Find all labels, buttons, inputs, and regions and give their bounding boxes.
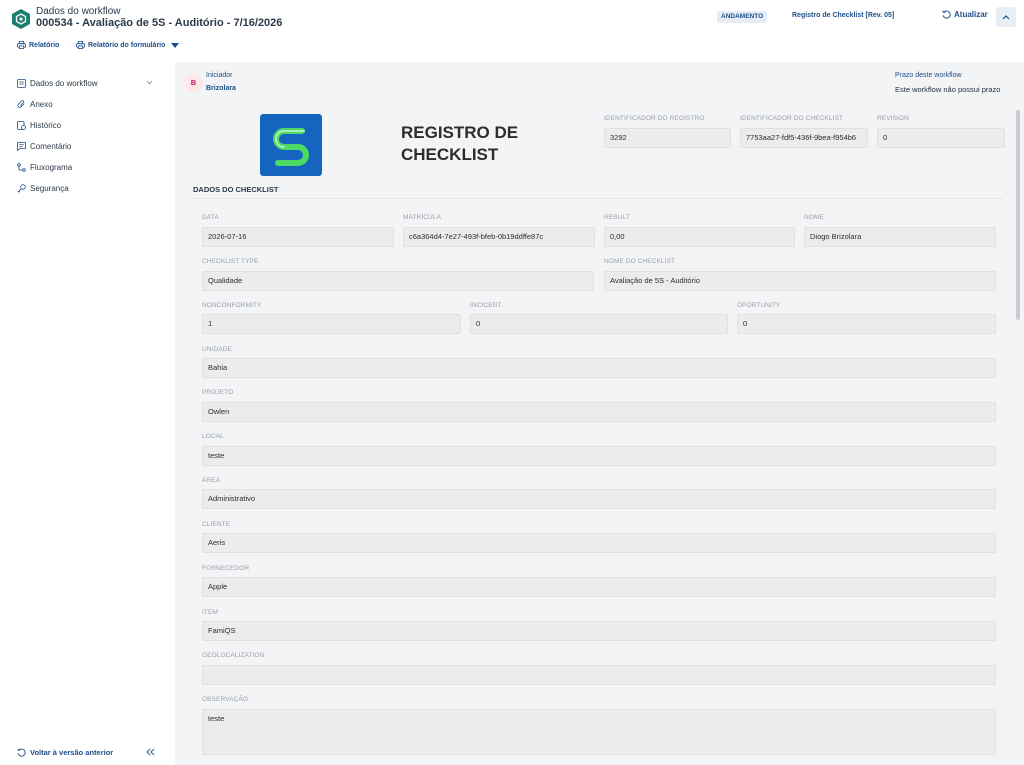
field-label: ITEM xyxy=(202,609,218,616)
opportunity-field: 0 xyxy=(737,314,996,334)
revision-field: 0 xyxy=(877,128,1005,148)
sidebar-item-label: Comentário xyxy=(30,142,72,151)
section-divider xyxy=(193,198,1003,199)
field-label: GEOLOCALIZATION xyxy=(202,652,265,659)
deadline-value: Este workflow não possui prazo xyxy=(895,85,1001,94)
sidebar-item-label: Anexo xyxy=(30,100,53,109)
observation-field: teste xyxy=(202,709,996,755)
form-report-label: Relatório do formulário xyxy=(88,41,166,49)
report-label: Relatório xyxy=(29,41,60,49)
history-icon xyxy=(17,121,26,130)
project-field: Owlen xyxy=(202,402,996,422)
chevron-down-icon xyxy=(146,80,153,85)
checklist-name-field: Avaliação de 5S - Auditório xyxy=(604,271,996,291)
field-label: FORNECEDOR xyxy=(202,565,250,572)
field-label: LOCAL xyxy=(202,433,224,440)
document-icon xyxy=(17,79,26,88)
unit-field: Bahia xyxy=(202,358,996,378)
sidebar-item-label: Dados do workflow xyxy=(30,79,98,88)
revert-version-label: Voltar à versão anterior xyxy=(30,748,114,757)
result-field: 0,00 xyxy=(604,227,795,247)
workflow-title: 000534 - Avaliação de 5S - Auditório - 7… xyxy=(36,17,283,29)
checklist-type-field: Qualidade xyxy=(202,271,594,291)
sidebar-item-label: Segurança xyxy=(30,184,69,193)
area-field: Administrativo xyxy=(202,489,996,509)
form-content-area: B Iniciador Brizolara Prazo deste workfl… xyxy=(175,62,1024,765)
status-badge: ANDAMENTO xyxy=(717,11,768,23)
date-field: 2026-07-16 xyxy=(202,227,394,247)
field-label: DATA xyxy=(202,214,219,221)
printer-icon xyxy=(76,41,85,49)
field-label: OPORTUNITY xyxy=(737,302,781,309)
client-field: Aeris xyxy=(202,533,996,553)
location-field: teste xyxy=(202,446,996,466)
nonconformity-field: 1 xyxy=(202,314,461,334)
revert-version-button[interactable]: Voltar à versão anterior xyxy=(17,748,113,757)
field-label: NOME xyxy=(804,214,824,221)
field-label: IDENTIFICADOR DO CHECKLIST xyxy=(740,115,843,122)
field-label: REVISION xyxy=(877,115,909,122)
initiator-name[interactable]: Brizolara xyxy=(206,85,236,92)
initiator-label: Iniciador xyxy=(206,72,233,79)
collapse-sidebar-icon[interactable] xyxy=(146,748,155,756)
geolocalization-field xyxy=(202,665,996,685)
field-label: CHECKLIST TYPE xyxy=(202,258,259,265)
registro-id-field: 3292 xyxy=(604,128,731,148)
sidebar-item-flowchart[interactable]: Fluxograma xyxy=(17,163,157,172)
header: Dados do workflow 000534 - Avaliação de … xyxy=(0,0,1024,36)
field-label: ÁREA xyxy=(202,477,221,484)
printer-icon xyxy=(17,41,26,49)
field-label: NONCONFORMITY xyxy=(202,302,262,309)
field-label: INCICENT xyxy=(470,302,502,309)
field-label: UNIDADE xyxy=(202,346,232,353)
field-label: IDENTIFICADOR DO REGISTRO xyxy=(604,115,705,122)
company-logo xyxy=(260,114,322,176)
field-label: PROJETO xyxy=(202,389,234,396)
caret-down-icon xyxy=(171,42,180,48)
field-label: MATRÍCULA xyxy=(403,214,441,221)
action-toolbar: Relatório Relatório do formulário xyxy=(0,36,1024,62)
checklist-id-field: 7753aa27-fdf5-436f-9bea-f954b6 xyxy=(740,128,868,148)
checklist-revision-link[interactable]: Registro de Checklist [Rev. 05] xyxy=(792,12,894,19)
refresh-label: Atualizar xyxy=(954,10,988,19)
report-button[interactable]: Relatório xyxy=(17,41,59,49)
scrollbar[interactable] xyxy=(1016,110,1020,320)
sidebar-item-attachment[interactable]: Anexo xyxy=(17,100,157,109)
sidebar-item-history[interactable]: Histórico xyxy=(17,121,157,130)
sidebar-item-label: Fluxograma xyxy=(30,163,73,172)
incident-field: 0 xyxy=(470,314,728,334)
field-label: OBSERVAÇÃO xyxy=(202,696,248,703)
sidebar: Dados do workflow Anexo Histórico Coment… xyxy=(0,62,175,765)
comment-icon xyxy=(17,142,26,151)
workflow-app-icon xyxy=(12,9,30,29)
item-field: FamiQS xyxy=(202,621,996,641)
matricula-field: c6a364d4-7e27-493f-bfeb-0b19ddffe87c xyxy=(403,227,595,247)
undo-icon xyxy=(17,748,26,757)
field-label: RESULT xyxy=(604,214,630,221)
avatar: B xyxy=(184,73,203,92)
chevron-up-icon xyxy=(1002,15,1010,20)
workflow-label: Dados do workflow xyxy=(36,6,121,17)
form-title: REGISTRO DE CHECKLIST xyxy=(401,123,519,164)
sidebar-item-workflow-data[interactable]: Dados do workflow xyxy=(17,79,157,88)
sidebar-item-label: Histórico xyxy=(30,121,62,130)
supplier-field: Apple xyxy=(202,577,996,597)
collapse-header-button[interactable] xyxy=(996,7,1016,27)
flowchart-icon xyxy=(17,163,26,172)
form-report-dropdown[interactable]: Relatório do formulário xyxy=(76,41,180,49)
name-field: Diogo Brizolara xyxy=(804,227,996,247)
sidebar-item-security[interactable]: Segurança xyxy=(17,184,157,193)
sidebar-item-comment[interactable]: Comentário xyxy=(17,142,157,151)
section-title: DADOS DO CHECKLIST xyxy=(193,185,279,194)
paperclip-icon xyxy=(17,100,25,108)
deadline-label: Prazo deste workflow xyxy=(895,72,962,79)
refresh-button[interactable]: Atualizar xyxy=(942,10,988,19)
refresh-icon xyxy=(942,10,951,19)
key-icon xyxy=(17,184,26,193)
field-label: CLIENTE xyxy=(202,521,231,528)
field-label: NOME DO CHECKLIST xyxy=(604,258,676,265)
